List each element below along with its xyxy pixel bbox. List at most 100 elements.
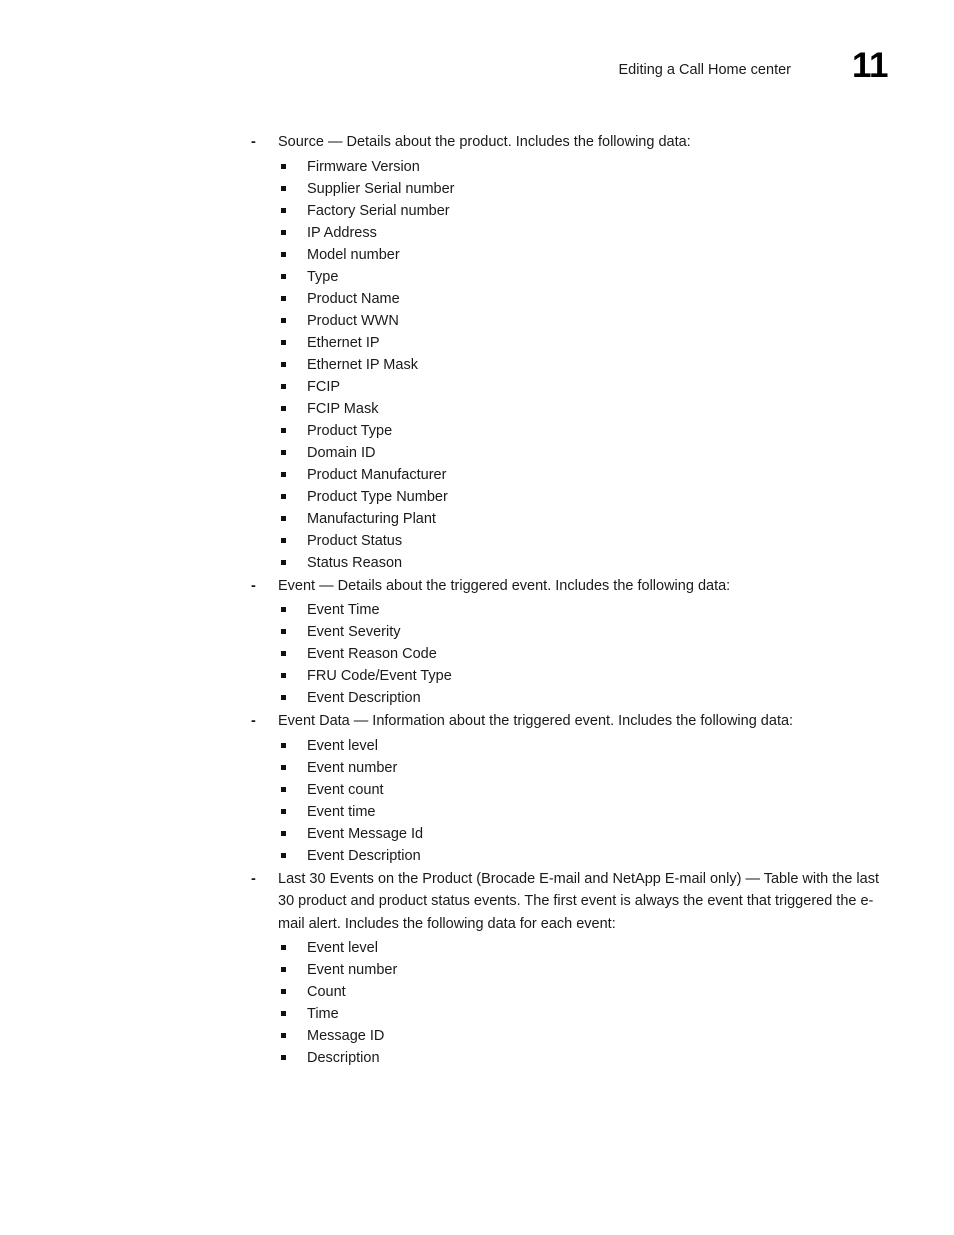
dash-bullet-text: Source — Details about the product. Incl… xyxy=(278,134,691,150)
list-item-label: Domain ID xyxy=(307,444,376,461)
page-number: 11 xyxy=(852,46,889,85)
list-item-label: Event Description xyxy=(307,690,421,706)
list-item-label: Event level xyxy=(307,940,378,956)
list-item: Ethernet IP Mask xyxy=(251,354,891,376)
square-bullet-icon xyxy=(281,317,286,323)
list-item: Event level xyxy=(251,735,891,757)
square-bullet-icon xyxy=(281,207,286,213)
list-item-label: Count xyxy=(307,984,346,1000)
list-item: Event count xyxy=(251,779,891,801)
list-item-label: Firmware Version xyxy=(307,158,420,175)
list-item-label: Model number xyxy=(307,246,400,263)
list-item: Firmware Version xyxy=(251,156,891,178)
square-bullet-icon xyxy=(281,273,286,279)
list-item: Product Manufacturer xyxy=(251,464,891,486)
dash-bullet-text: Event Data — Information about the trigg… xyxy=(278,713,794,729)
list-item: Event Reason Code xyxy=(251,643,891,665)
list-item-label: Ethernet IP xyxy=(307,334,380,351)
bullet-group-event-data: - Event Data — Information about the tri… xyxy=(251,710,891,867)
list-item-label: Product WWN xyxy=(307,312,399,329)
list-item: Event Description xyxy=(251,687,891,709)
square-bullet-icon xyxy=(281,185,286,191)
list-item-label: FCIP Mask xyxy=(307,400,379,417)
sub-list-event: Event Time Event Severity Event Reason C… xyxy=(251,599,891,709)
list-item: Event Message Id xyxy=(251,823,891,845)
header-chapter-title: Editing a Call Home center xyxy=(618,62,791,78)
list-item: Manufacturing Plant xyxy=(251,508,891,530)
list-item-label: Event count xyxy=(307,781,384,798)
list-item-label: Product Type Number xyxy=(307,488,448,505)
list-item: Status Reason xyxy=(251,552,891,574)
list-item-label: Product Manufacturer xyxy=(307,466,447,483)
square-bullet-icon xyxy=(281,449,286,455)
list-item: Product Status xyxy=(251,530,891,552)
list-item-label: Event time xyxy=(307,803,376,820)
list-item-label: Time xyxy=(307,1006,339,1022)
list-item: Event number xyxy=(251,959,891,981)
list-item: Type xyxy=(251,266,891,288)
list-item-label: FRU Code/Event Type xyxy=(307,668,452,684)
list-item-label: Supplier Serial number xyxy=(307,180,455,197)
square-bullet-icon xyxy=(281,295,286,301)
square-bullet-icon xyxy=(281,967,286,972)
square-bullet-icon xyxy=(281,695,286,700)
bullet-group-last-30-events: - Last 30 Events on the Product (Brocade… xyxy=(251,868,891,1070)
list-item: Message ID xyxy=(251,1025,891,1047)
sub-list-source: Firmware Version Supplier Serial number … xyxy=(251,156,891,574)
square-bullet-icon xyxy=(281,471,286,477)
dash-marker-icon: - xyxy=(251,870,256,887)
list-item-label: Description xyxy=(307,1050,380,1066)
sub-list-last-30-events: Event level Event number Count Time Mess… xyxy=(251,937,891,1069)
list-item: Ethernet IP xyxy=(251,332,891,354)
list-item: Product Type xyxy=(251,420,891,442)
list-item-label: Product Name xyxy=(307,290,400,307)
list-item: Model number xyxy=(251,244,891,266)
square-bullet-icon xyxy=(281,673,286,678)
square-bullet-icon xyxy=(281,251,286,257)
list-item: Factory Serial number xyxy=(251,200,891,222)
square-bullet-icon xyxy=(281,163,286,169)
dash-bullet-text: Event — Details about the triggered even… xyxy=(278,577,731,594)
dash-bullet-source: - Source — Details about the product. In… xyxy=(251,131,891,154)
square-bullet-icon xyxy=(281,1055,286,1060)
list-item: Count xyxy=(251,981,891,1003)
square-bullet-icon xyxy=(281,515,286,521)
list-item-label: Event number xyxy=(307,759,398,776)
square-bullet-icon xyxy=(281,1033,286,1038)
square-bullet-icon xyxy=(281,339,286,345)
list-item-label: Manufacturing Plant xyxy=(307,510,436,527)
square-bullet-icon xyxy=(281,383,286,389)
list-item-label: Product Type xyxy=(307,422,393,439)
page-header: Editing a Call Home center 11 xyxy=(0,46,954,100)
list-item-label: Event Message Id xyxy=(307,825,424,842)
list-item: Event Time xyxy=(251,599,891,621)
list-item: Event level xyxy=(251,937,891,959)
list-item-label: Factory Serial number xyxy=(307,202,450,219)
page-content: - Source — Details about the product. In… xyxy=(251,131,891,1070)
square-bullet-icon xyxy=(281,830,286,836)
list-item-label: Event level xyxy=(307,737,378,754)
list-item-label: Event Time xyxy=(307,602,380,618)
dash-marker-icon: - xyxy=(251,134,256,150)
dash-bullet-event: - Event — Details about the triggered ev… xyxy=(251,575,891,598)
list-item: FCIP Mask xyxy=(251,398,891,420)
list-item-label: Product Status xyxy=(307,532,403,549)
dash-marker-icon: - xyxy=(251,713,256,729)
list-item: Supplier Serial number xyxy=(251,178,891,200)
bullet-group-source: - Source — Details about the product. In… xyxy=(251,131,891,574)
list-item: FRU Code/Event Type xyxy=(251,665,891,687)
square-bullet-icon xyxy=(281,945,286,950)
sub-list-event-data: Event level Event number Event count Eve… xyxy=(251,735,891,867)
square-bullet-icon xyxy=(281,764,286,770)
dash-bullet-event-data: - Event Data — Information about the tri… xyxy=(251,710,891,733)
list-item-label: Event Reason Code xyxy=(307,646,437,662)
bullet-group-event: - Event — Details about the triggered ev… xyxy=(251,575,891,710)
list-item: Event time xyxy=(251,801,891,823)
square-bullet-icon xyxy=(281,229,286,235)
list-item: Event Severity xyxy=(251,621,891,643)
document-page: Editing a Call Home center 11 - Source —… xyxy=(0,0,954,1235)
square-bullet-icon xyxy=(281,607,286,612)
dash-bullet-text: Last 30 Events on the Product (Brocade E… xyxy=(278,870,879,932)
list-item: FCIP xyxy=(251,376,891,398)
square-bullet-icon xyxy=(281,989,286,994)
